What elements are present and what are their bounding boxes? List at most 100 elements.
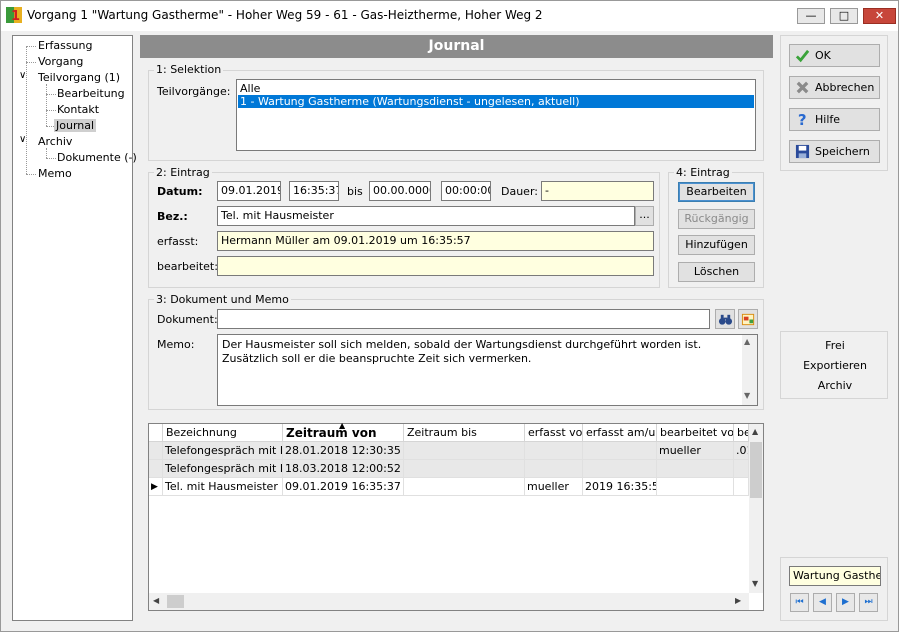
- memo-scrollbar[interactable]: ▲ ▼: [742, 335, 757, 405]
- erfasst-field: Hermann Müller am 09.01.2019 um 16:35:57: [217, 231, 654, 251]
- table-cell: mueller: [657, 442, 734, 460]
- table-cell: [583, 442, 657, 460]
- svg-text:1: 1: [11, 9, 20, 23]
- list-item-selected[interactable]: 1 - Wartung Gastherme (Wartungsdienst - …: [238, 95, 754, 108]
- scroll-down-icon[interactable]: ▼: [744, 391, 750, 400]
- frei-link[interactable]: Frei: [781, 339, 889, 352]
- next-record-icon[interactable]: ▶: [836, 593, 855, 612]
- tree-item-kontakt[interactable]: Kontakt: [57, 103, 99, 116]
- tree-item-teilvorgang[interactable]: Teilvorgang (1): [38, 71, 120, 84]
- eintrag-actions-label: 4: Eintrag: [674, 166, 732, 179]
- column-header[interactable]: erfasst von: [525, 424, 583, 442]
- selektion-group: 1: Selektion Teilvorgänge: Alle 1 - Wart…: [148, 63, 764, 161]
- erfasst-label: erfasst:: [157, 235, 199, 248]
- bis-datum-field[interactable]: 00.00.0000: [369, 181, 431, 201]
- first-record-icon[interactable]: ⏮: [790, 593, 809, 612]
- navigation-tree: Erfassung Vorgang ∨ Teilvorgang (1) Bear…: [12, 35, 137, 621]
- datum-field[interactable]: 09.01.2019: [217, 181, 281, 201]
- tree-guide-line: [26, 174, 36, 175]
- binoculars-icon[interactable]: [715, 309, 735, 329]
- tree-item-vorgang[interactable]: Vorgang: [38, 55, 83, 68]
- teilvorgaenge-label: Teilvorgänge:: [157, 85, 231, 98]
- bez-field[interactable]: Tel. mit Hausmeister: [217, 206, 635, 226]
- table-horizontal-scrollbar[interactable]: ◀ ▶: [149, 593, 749, 610]
- list-item[interactable]: Alle: [238, 82, 262, 95]
- hinzufuegen-button[interactable]: Hinzufügen: [678, 235, 755, 255]
- bis-zeit-field[interactable]: 00:00:00: [441, 181, 491, 201]
- journal-table: Bezeichnung Zeitraum von ▲ Zeitraum bis …: [148, 421, 764, 611]
- eintrag-group: 2: Eintrag Datum: 09.01.2019 16:35:37 bi…: [148, 166, 660, 288]
- tree-item-archiv[interactable]: Archiv: [38, 135, 72, 148]
- scroll-right-icon[interactable]: ▶: [735, 596, 741, 605]
- scroll-thumb[interactable]: [750, 442, 762, 498]
- tree-guide-line: [26, 46, 36, 47]
- bez-label: Bez.:: [157, 210, 188, 223]
- table-cell: 09.01.2019 16:35:37: [283, 478, 404, 496]
- eintrag-group-label: 2: Eintrag: [154, 166, 212, 179]
- tree-item-memo[interactable]: Memo: [38, 167, 72, 180]
- scroll-thumb[interactable]: [167, 595, 184, 608]
- tree-item-bearbeitung[interactable]: Bearbeitung: [57, 87, 125, 100]
- zeit-field[interactable]: 16:35:37: [289, 181, 339, 201]
- table-cell: [657, 460, 734, 478]
- scroll-up-icon[interactable]: ▲: [752, 427, 758, 436]
- tree-item-erfassung[interactable]: Erfassung: [38, 39, 92, 52]
- last-record-icon[interactable]: ⏭: [859, 593, 878, 612]
- tree-guide-line: [46, 148, 47, 158]
- table-cell: Tel. mit Hausmeister: [163, 478, 283, 496]
- speichern-label: Speichern: [815, 145, 870, 158]
- minimize-button[interactable]: —: [797, 8, 825, 24]
- bis-label: bis: [347, 185, 363, 198]
- speichern-button[interactable]: Speichern: [789, 140, 880, 163]
- scroll-left-icon[interactable]: ◀: [153, 596, 159, 605]
- hilfe-button[interactable]: ? Hilfe: [789, 108, 880, 131]
- tree-guide-line: [46, 94, 56, 95]
- close-button[interactable]: ✕: [863, 8, 896, 24]
- expand-chevron-icon[interactable]: ∨: [19, 70, 26, 81]
- new-document-icon[interactable]: [738, 309, 758, 329]
- table-cell: [525, 460, 583, 478]
- bez-lookup-button[interactable]: ...: [635, 206, 654, 226]
- loeschen-button[interactable]: Löschen: [678, 262, 755, 282]
- title-bar: 1 Vorgang 1 "Wartung Gastherme" - Hoher …: [1, 1, 898, 31]
- memo-text: Der Hausmeister soll sich melden, sobald…: [222, 338, 702, 365]
- rueckgaengig-button[interactable]: Rückgängig: [678, 209, 755, 229]
- help-question-icon: ?: [798, 112, 807, 127]
- bearbeitet-field: [217, 256, 654, 276]
- abbrechen-button[interactable]: Abbrechen: [789, 76, 880, 99]
- memo-label: Memo:: [157, 338, 195, 351]
- scroll-up-icon[interactable]: ▲: [744, 337, 750, 346]
- memo-textarea[interactable]: Der Hausmeister soll sich melden, sobald…: [217, 334, 758, 406]
- table-cell: [404, 442, 525, 460]
- tree-item-dokumente[interactable]: Dokumente (-): [57, 151, 137, 164]
- table-cell: Telefongespräch mit Hau: [163, 442, 283, 460]
- teilvorgaenge-listbox[interactable]: Alle 1 - Wartung Gastherme (Wartungsdien…: [236, 79, 756, 151]
- ok-label: OK: [815, 49, 831, 62]
- table-cell: [583, 460, 657, 478]
- bearbeiten-button[interactable]: Bearbeiten: [678, 182, 755, 202]
- column-header[interactable]: bearbeitet von: [657, 424, 734, 442]
- app-icon: 1: [6, 7, 22, 23]
- tree-guide-line: [26, 46, 27, 174]
- column-header[interactable]: be: [734, 424, 749, 442]
- window-title: Vorgang 1 "Wartung Gastherme" - Hoher We…: [27, 8, 543, 22]
- actions-links-panel: Frei Exportieren Archiv: [780, 331, 888, 399]
- ok-button[interactable]: OK: [789, 44, 880, 67]
- tree-guide-line: [26, 62, 36, 63]
- table-cell: [525, 442, 583, 460]
- column-header[interactable]: Zeitraum bis: [404, 424, 525, 442]
- expand-chevron-icon[interactable]: ∨: [19, 134, 26, 145]
- column-header[interactable]: erfasst am/um: [583, 424, 657, 442]
- exportieren-link[interactable]: Exportieren: [781, 359, 889, 372]
- previous-record-icon[interactable]: ◀: [813, 593, 832, 612]
- table-cell: 2019 16:35:57: [583, 478, 657, 496]
- maximize-button[interactable]: □: [830, 8, 858, 24]
- page-title: Journal: [140, 35, 773, 58]
- scroll-down-icon[interactable]: ▼: [752, 579, 758, 588]
- table-vertical-scrollbar[interactable]: ▲ ▼: [749, 424, 763, 593]
- dokument-field[interactable]: [217, 309, 710, 329]
- tree-item-journal[interactable]: Journal: [54, 119, 97, 132]
- archiv-link[interactable]: Archiv: [781, 379, 889, 392]
- table-cell: 18.03.2018 12:00:52: [283, 460, 404, 478]
- column-header[interactable]: Bezeichnung: [163, 424, 283, 442]
